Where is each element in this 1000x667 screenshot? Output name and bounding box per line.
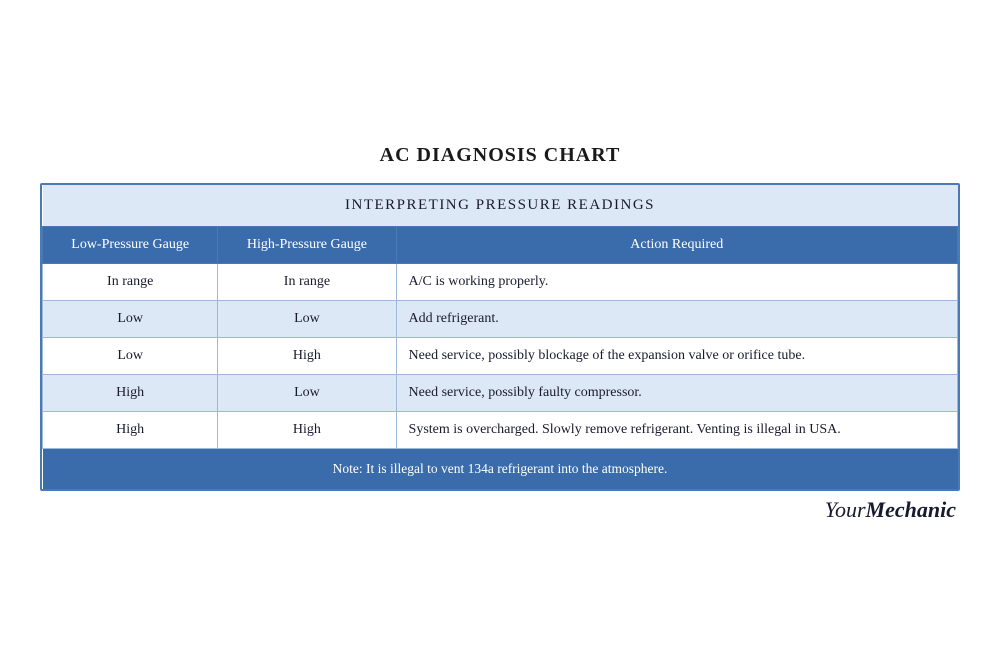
cell-low-pressure: High — [43, 412, 218, 449]
note-text: Note: It is illegal to vent 134a refrige… — [43, 449, 958, 490]
cell-high-pressure: Low — [218, 375, 396, 412]
cell-low-pressure: Low — [43, 338, 218, 375]
table-row: In rangeIn rangeA/C is working properly. — [43, 264, 958, 301]
cell-high-pressure: High — [218, 338, 396, 375]
logo-mechanic: Mechanic — [866, 497, 956, 522]
logo: YourMechanic — [825, 497, 956, 523]
section-header-row: INTERPRETING PRESSURE READINGS — [43, 185, 958, 227]
logo-your: Your — [825, 497, 866, 522]
cell-low-pressure: Low — [43, 301, 218, 338]
col-header-low: Low-Pressure Gauge — [43, 227, 218, 264]
section-header: INTERPRETING PRESSURE READINGS — [43, 185, 958, 227]
col-header-high: High-Pressure Gauge — [218, 227, 396, 264]
table-row: LowLowAdd refrigerant. — [43, 301, 958, 338]
cell-action: A/C is working properly. — [396, 264, 957, 301]
diagnosis-table-wrapper: INTERPRETING PRESSURE READINGS Low-Press… — [40, 183, 960, 491]
cell-action: Need service, possibly faulty compressor… — [396, 375, 957, 412]
col-header-action: Action Required — [396, 227, 957, 264]
cell-action: Need service, possibly blockage of the e… — [396, 338, 957, 375]
cell-high-pressure: High — [218, 412, 396, 449]
cell-high-pressure: In range — [218, 264, 396, 301]
page-title: AC DIAGNOSIS CHART — [380, 144, 621, 167]
cell-action: Add refrigerant. — [396, 301, 957, 338]
cell-low-pressure: High — [43, 375, 218, 412]
cell-action: System is overcharged. Slowly remove ref… — [396, 412, 957, 449]
cell-low-pressure: In range — [43, 264, 218, 301]
cell-high-pressure: Low — [218, 301, 396, 338]
table-row: LowHighNeed service, possibly blockage o… — [43, 338, 958, 375]
table-row: HighHighSystem is overcharged. Slowly re… — [43, 412, 958, 449]
table-row: HighLowNeed service, possibly faulty com… — [43, 375, 958, 412]
note-row: Note: It is illegal to vent 134a refrige… — [43, 449, 958, 490]
column-header-row: Low-Pressure Gauge High-Pressure Gauge A… — [43, 227, 958, 264]
logo-row: YourMechanic — [40, 497, 960, 523]
diagnosis-table: INTERPRETING PRESSURE READINGS Low-Press… — [42, 185, 958, 489]
